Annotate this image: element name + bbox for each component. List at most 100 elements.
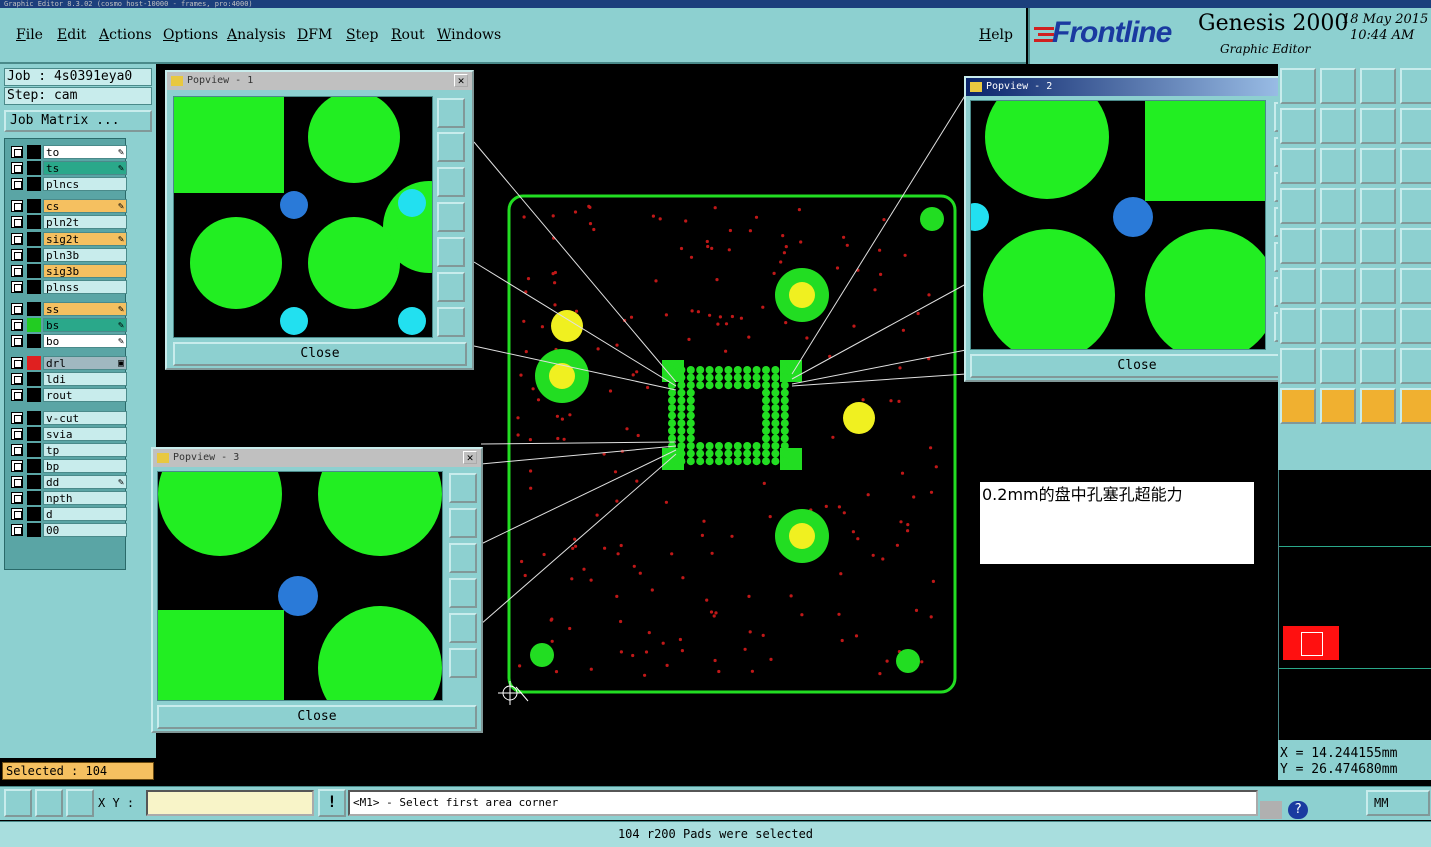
- layer-name[interactable]: cs ✎: [43, 199, 127, 214]
- layer-name[interactable]: ldi: [43, 372, 127, 387]
- popview-1-view[interactable]: [173, 96, 433, 338]
- units-selector[interactable]: MM: [1366, 790, 1430, 816]
- snap-icon[interactable]: [1400, 148, 1431, 184]
- swap-icon[interactable]: [1360, 108, 1396, 144]
- layer-row-dd[interactable]: dd ✎: [9, 474, 127, 489]
- layer-indicator[interactable]: [27, 507, 41, 522]
- cursor2-icon[interactable]: [1320, 388, 1356, 424]
- layer-indicator[interactable]: [27, 145, 41, 159]
- cursor-icon[interactable]: [1280, 388, 1316, 424]
- layer-checkbox[interactable]: [11, 162, 23, 175]
- layer-name[interactable]: 00: [43, 523, 127, 538]
- resize-icon[interactable]: [1360, 308, 1396, 344]
- layer-row-pln3b[interactable]: pln3b: [9, 247, 127, 262]
- popview-2-view[interactable]: [970, 100, 1266, 350]
- layer-name[interactable]: pln2t: [43, 215, 127, 230]
- menu-file[interactable]: File: [16, 27, 43, 43]
- delete-icon[interactable]: [1320, 308, 1356, 344]
- layer-checkbox[interactable]: [11, 373, 23, 386]
- layer-name[interactable]: bs ✎: [43, 318, 127, 332]
- pad-icon[interactable]: [1280, 188, 1316, 224]
- popview-2-close-button[interactable]: Close: [970, 354, 1304, 378]
- layer-checkbox[interactable]: [11, 248, 23, 261]
- layer-indicator[interactable]: [27, 318, 41, 332]
- layer-name[interactable]: to ✎: [43, 145, 127, 159]
- layer-name[interactable]: sig2t ✎: [43, 231, 127, 246]
- line-icon[interactable]: [1400, 188, 1431, 224]
- layer-indicator[interactable]: [27, 491, 41, 505]
- arrow-icon[interactable]: [1320, 348, 1356, 384]
- menu-rout[interactable]: Rout: [391, 27, 425, 43]
- layer-checkbox[interactable]: [11, 178, 23, 191]
- pan-left-icon[interactable]: [437, 202, 465, 232]
- menu-step[interactable]: Step: [346, 27, 378, 43]
- layer-indicator[interactable]: [27, 372, 41, 387]
- pan-up-icon[interactable]: [437, 132, 465, 162]
- layer-checkbox[interactable]: [11, 146, 23, 158]
- popview-2-title[interactable]: Popview - 2: [966, 78, 1308, 96]
- layer-row-v-cut[interactable]: v-cut: [9, 410, 127, 425]
- layer-row-d[interactable]: d: [9, 507, 127, 522]
- popview-3-title[interactable]: Popview - 3: [153, 449, 481, 467]
- xy-input[interactable]: [146, 790, 314, 816]
- layer-row-plnss[interactable]: plnss: [9, 279, 127, 294]
- alert-icon[interactable]: !: [318, 789, 346, 817]
- layer-checkbox[interactable]: [11, 427, 23, 440]
- cut-icon[interactable]: [1400, 228, 1431, 264]
- home-icon[interactable]: [1360, 68, 1396, 104]
- group-icon[interactable]: [1400, 308, 1431, 344]
- pan-up-icon[interactable]: [449, 508, 477, 538]
- pan-down-icon[interactable]: [449, 543, 477, 573]
- arrow2-icon[interactable]: [1360, 348, 1396, 384]
- layer-name[interactable]: ts ✎: [43, 161, 127, 176]
- menu-options[interactable]: Options: [163, 27, 218, 43]
- layer-checkbox[interactable]: [11, 389, 23, 402]
- zoom-icon[interactable]: [1280, 108, 1316, 144]
- layer-name[interactable]: dd ✎: [43, 474, 127, 489]
- layer-checkbox[interactable]: [11, 492, 23, 504]
- layer-row-sig3b[interactable]: sig3b: [9, 263, 127, 278]
- layer-indicator[interactable]: [27, 199, 41, 214]
- layer-row-bs[interactable]: bs ✎: [9, 318, 127, 332]
- layer-row-pln2t[interactable]: pln2t: [9, 215, 127, 230]
- layer-indicator[interactable]: [27, 334, 41, 349]
- layer-name[interactable]: plncs: [43, 177, 127, 192]
- layer-checkbox[interactable]: [11, 508, 23, 521]
- split-icon[interactable]: [1280, 308, 1316, 344]
- mini-map-viewport[interactable]: [1283, 626, 1339, 660]
- layer-row-to[interactable]: to ✎: [9, 145, 127, 159]
- select-icon[interactable]: [1280, 68, 1316, 104]
- layer-checkbox[interactable]: [11, 200, 23, 213]
- layer-indicator[interactable]: [27, 442, 41, 457]
- layer-checkbox[interactable]: [11, 232, 23, 245]
- layer-indicator[interactable]: [27, 301, 41, 316]
- pan-down-icon[interactable]: [437, 167, 465, 197]
- popview-2[interactable]: Popview - 2 ✕ Close: [964, 76, 1310, 382]
- help-icon[interactable]: ?: [1288, 801, 1308, 819]
- node-icon[interactable]: [1280, 268, 1316, 304]
- zoom-in-icon[interactable]: [449, 648, 477, 678]
- layer-indicator[interactable]: [27, 356, 41, 371]
- cursor3-icon[interactable]: [1360, 388, 1396, 424]
- scale-icon[interactable]: [1320, 148, 1356, 184]
- color-icon[interactable]: [1280, 228, 1316, 264]
- layer-row-bo[interactable]: bo ✎: [9, 334, 127, 349]
- layer-row-plncs[interactable]: plncs: [9, 177, 127, 192]
- layer-name[interactable]: sig3b: [43, 263, 127, 278]
- layer-name[interactable]: v-cut: [43, 410, 127, 425]
- rotate-icon[interactable]: [1400, 268, 1431, 304]
- layer-indicator[interactable]: [27, 247, 41, 262]
- popview-1-title[interactable]: Popview - 1: [167, 72, 472, 90]
- layer-indicator[interactable]: [27, 231, 41, 246]
- layer-row-sig2t[interactable]: sig2t ✎: [9, 231, 127, 246]
- layer-row-svia[interactable]: svia: [9, 426, 127, 441]
- layer-row-ss[interactable]: ss ✎: [9, 301, 127, 316]
- snap-icon[interactable]: [4, 789, 32, 817]
- layer-checkbox[interactable]: [11, 216, 23, 229]
- menu-edit[interactable]: Edit: [57, 27, 86, 43]
- popview-3[interactable]: Popview - 3 ✕ Close: [151, 447, 483, 733]
- ruler-icon[interactable]: [1320, 228, 1356, 264]
- layer-checkbox[interactable]: [11, 475, 23, 488]
- zoom-fit-icon[interactable]: [449, 473, 477, 503]
- layer-indicator[interactable]: [27, 161, 41, 176]
